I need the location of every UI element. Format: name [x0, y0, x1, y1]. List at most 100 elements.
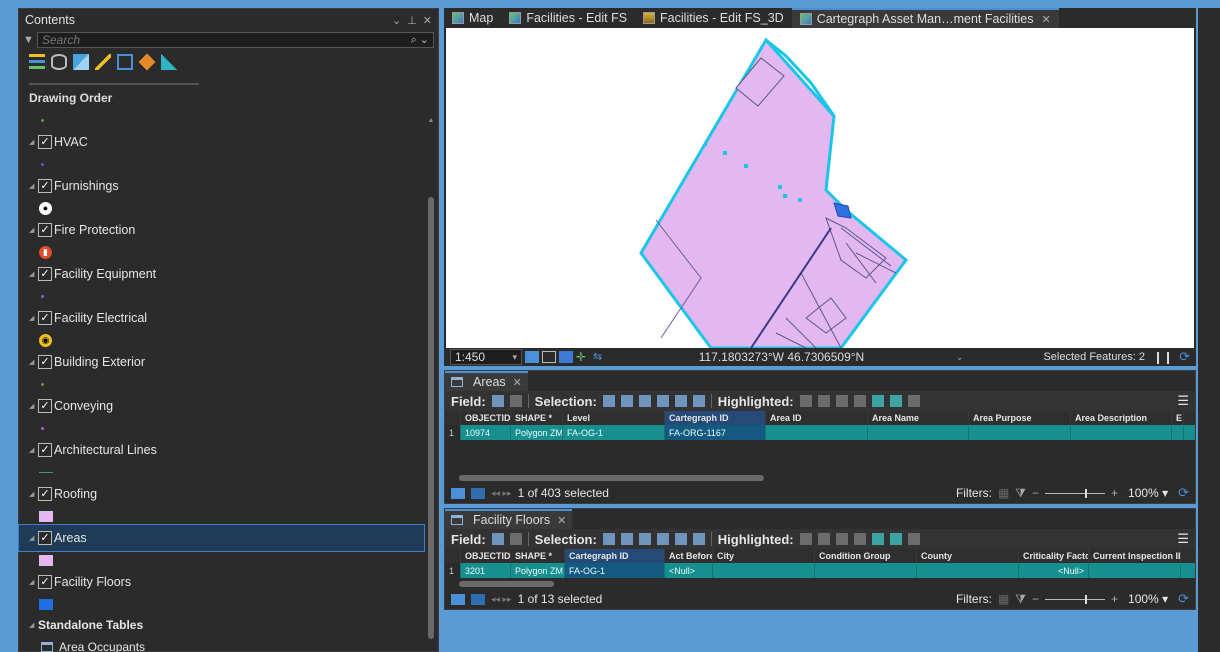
refresh-icon[interactable]: ⟳ [1178, 591, 1189, 607]
highlight-tool-icon[interactable] [889, 395, 902, 407]
expand-icon[interactable]: ◢ [29, 314, 38, 322]
filter-query-icon[interactable]: ⧩ [1015, 592, 1026, 607]
column-header[interactable]: Area Purpose [969, 411, 1071, 425]
layer-checkbox[interactable]: ✓ [38, 575, 52, 589]
zoom-out-icon[interactable]: − [1032, 486, 1039, 500]
expand-icon[interactable]: ◢ [29, 490, 38, 498]
select-by-attributes-icon[interactable] [602, 395, 615, 407]
scrollbar-thumb[interactable] [459, 581, 554, 587]
delete-selection-icon[interactable] [674, 533, 687, 545]
table-cell[interactable]: 10974 [461, 425, 511, 440]
table-cell[interactable] [815, 563, 917, 578]
filter-extent-icon[interactable]: ▦ [998, 592, 1009, 606]
search-box[interactable]: ⌕ ⌄ [37, 32, 434, 48]
chevron-down-icon[interactable]: ⌄ [956, 352, 964, 363]
record-nav-icon[interactable]: ◂◂ ▸▸ [491, 488, 512, 499]
zoom-to-selection-icon[interactable] [620, 533, 633, 545]
layer-hvac[interactable]: ◢ ✓ HVAC [19, 129, 438, 155]
selected-features-label[interactable]: Selected Features: 2 [1043, 351, 1145, 363]
building-polygons[interactable] [639, 37, 909, 348]
select-by-attributes-icon[interactable] [602, 533, 615, 545]
zoom-slider[interactable] [1045, 488, 1106, 498]
column-header[interactable]: County [917, 549, 1019, 563]
column-header[interactable]: Current Inspection ID [1089, 549, 1181, 563]
close-icon[interactable]: ✕ [1041, 13, 1050, 26]
tab-facility-floors[interactable]: Facility Floors ✕ [445, 509, 573, 529]
highlight-tool-icon[interactable] [835, 395, 848, 407]
switch-selection-icon[interactable] [638, 533, 651, 545]
add-field-icon[interactable] [491, 395, 504, 407]
chevron-down-icon[interactable]: ⌄ [392, 14, 401, 27]
delete-selection-icon[interactable] [674, 395, 687, 407]
table-cell[interactable] [1071, 425, 1172, 440]
expand-icon[interactable]: ◢ [29, 534, 38, 542]
expand-icon[interactable]: ◢ [29, 446, 38, 454]
column-header[interactable]: Condition Group [815, 549, 917, 563]
highlight-tool-icon[interactable] [907, 533, 920, 545]
clear-selection-icon[interactable] [656, 533, 669, 545]
list-by-labeling-icon[interactable] [138, 53, 156, 71]
layer-checkbox[interactable]: ✓ [38, 179, 52, 193]
zoom-to-selection-icon[interactable] [620, 395, 633, 407]
layer-facility-equipment[interactable]: ◢ ✓ Facility Equipment [19, 261, 438, 287]
table-cell[interactable]: 3201 [461, 563, 511, 578]
table-cell[interactable]: Polygon ZM [511, 425, 563, 440]
column-header[interactable]: Area Name [868, 411, 969, 425]
layer-checkbox[interactable]: ✓ [38, 443, 52, 457]
scale-dropdown[interactable]: 1:450 ▾ [450, 349, 522, 365]
record-nav-icon[interactable]: ◂◂ ▸▸ [491, 594, 512, 605]
highlight-tool-icon[interactable] [817, 395, 830, 407]
show-all-records-icon[interactable] [451, 593, 465, 605]
table-cell[interactable]: <Null> [665, 563, 713, 578]
scroll-up-icon[interactable]: ▲ [427, 117, 435, 124]
highlight-tool-icon[interactable] [871, 533, 884, 545]
calculate-field-icon[interactable] [509, 533, 522, 545]
highlight-tool-icon[interactable] [889, 533, 902, 545]
switch-selection-icon[interactable] [638, 395, 651, 407]
table-cell[interactable] [713, 563, 815, 578]
add-field-icon[interactable] [491, 533, 504, 545]
layer-checkbox[interactable]: ✓ [38, 223, 52, 237]
layer-checkbox[interactable]: ✓ [38, 487, 52, 501]
copy-selection-icon[interactable] [692, 395, 705, 407]
pause-drawing-icon[interactable]: ⇆ [593, 351, 607, 363]
close-icon[interactable]: ✕ [557, 514, 566, 527]
table-cell[interactable] [868, 425, 969, 440]
column-header[interactable]: OBJECTID * [461, 549, 511, 563]
horizontal-scrollbar[interactable] [445, 473, 1195, 483]
menu-icon[interactable]: ☰ [1177, 393, 1189, 409]
expand-icon[interactable]: ◢ [29, 270, 38, 278]
list-by-source-icon[interactable] [51, 54, 67, 70]
expand-icon[interactable]: ◢ [29, 578, 38, 586]
list-by-snapping-icon[interactable] [117, 54, 133, 70]
expand-icon[interactable]: ◢ [29, 358, 38, 366]
table-row[interactable]: 1 3201 Polygon ZM FA-OG-1 <Null> <Null> [445, 563, 1195, 578]
table-cell[interactable]: FA-OG-1 [565, 563, 665, 578]
table-cell[interactable] [1172, 425, 1184, 440]
list-by-editing-icon[interactable] [95, 54, 111, 70]
highlight-tool-icon[interactable] [853, 533, 866, 545]
pause-icon[interactable]: ❙❙ [1153, 350, 1173, 364]
zoom-dropdown[interactable]: 100% ▾ [1124, 485, 1172, 501]
layer-checkbox[interactable]: ✓ [38, 355, 52, 369]
clear-selection-icon[interactable] [656, 395, 669, 407]
highlight-tool-icon[interactable] [871, 395, 884, 407]
column-header[interactable]: Act Before [665, 549, 713, 563]
column-header[interactable]: City [713, 549, 815, 563]
layer-architectural-lines[interactable]: ◢ ✓ Architectural Lines [19, 437, 438, 463]
layer-roofing[interactable]: ◢ ✓ Roofing [19, 481, 438, 507]
layer-building-exterior[interactable]: ◢ ✓ Building Exterior [19, 349, 438, 375]
layer-checkbox[interactable]: ✓ [38, 311, 52, 325]
tab-map[interactable]: Map [444, 8, 501, 28]
contents-scrollbar[interactable]: ▲ [427, 117, 435, 647]
layer-areas[interactable]: ◢ ✓ Areas [18, 524, 425, 552]
zoom-in-icon[interactable]: + [1111, 486, 1118, 500]
chevron-down-icon[interactable]: ▾ [512, 352, 517, 363]
list-by-drawing-order-icon[interactable] [29, 54, 45, 70]
list-by-perspective-icon[interactable] [161, 54, 177, 70]
table-cell[interactable]: <Null> [1019, 563, 1089, 578]
copy-selection-icon[interactable] [692, 533, 705, 545]
table-grid-icon[interactable] [542, 351, 556, 363]
highlight-tool-icon[interactable] [799, 395, 812, 407]
refresh-icon[interactable]: ⟳ [1178, 485, 1189, 501]
